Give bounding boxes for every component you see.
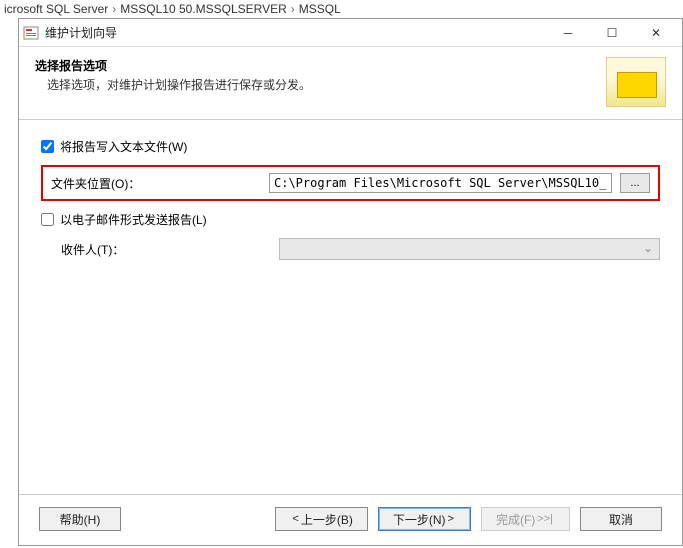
write-file-option[interactable]: 将报告写入文本文件(W): [41, 138, 660, 155]
chevron-right-icon: >: [448, 513, 454, 525]
write-file-checkbox[interactable]: [41, 140, 54, 153]
recipient-dropdown: [279, 238, 660, 260]
folder-location-input[interactable]: [269, 173, 612, 193]
breadcrumb-part[interactable]: icrosoft SQL Server: [4, 2, 108, 16]
close-button[interactable]: ✕: [634, 19, 678, 47]
wizard-header: 选择报告选项 选择选项，对维护计划操作报告进行保存或分发。: [19, 47, 682, 120]
maximize-button[interactable]: ☐: [590, 19, 634, 47]
next-button[interactable]: 下一步(N)>: [378, 507, 471, 531]
page-title: 选择报告选项: [35, 57, 606, 74]
breadcrumb-part[interactable]: MSSQL10 50.MSSQLSERVER: [120, 2, 287, 16]
folder-location-row: 文件夹位置(O)： ...: [41, 165, 660, 201]
recipient-row: 收件人(T)：: [61, 238, 660, 260]
dialog-window: 维护计划向导 ─ ☐ ✕ 选择报告选项 选择选项，对维护计划操作报告进行保存或分…: [18, 18, 683, 546]
breadcrumb: icrosoft SQL Server › MSSQL10 50.MSSQLSE…: [0, 0, 683, 18]
content-area: 将报告写入文本文件(W) 文件夹位置(O)： ... 以电子邮件形式发送报告(L…: [19, 120, 682, 494]
folder-location-label: 文件夹位置(O)：: [51, 175, 261, 192]
wizard-footer: 帮助(H) <上一步(B) 下一步(N)> 完成(F) >>| 取消: [19, 494, 682, 545]
wizard-icon: [23, 25, 39, 41]
minimize-button[interactable]: ─: [546, 19, 590, 47]
breadcrumb-part[interactable]: MSSQL: [299, 2, 341, 16]
finish-button: 完成(F) >>|: [481, 507, 570, 531]
page-subtitle: 选择选项，对维护计划操作报告进行保存或分发。: [47, 76, 606, 93]
browse-button[interactable]: ...: [620, 173, 650, 193]
titlebar: 维护计划向导 ─ ☐ ✕: [19, 19, 682, 47]
header-image-icon: [606, 57, 666, 107]
recipient-label: 收件人(T)：: [61, 241, 271, 258]
email-report-option[interactable]: 以电子邮件形式发送报告(L): [41, 211, 660, 228]
chevron-right-icon: ›: [291, 2, 295, 16]
chevron-left-icon: <: [292, 513, 298, 525]
email-report-checkbox[interactable]: [41, 213, 54, 226]
help-button[interactable]: 帮助(H): [39, 507, 121, 531]
back-button[interactable]: <上一步(B): [275, 507, 367, 531]
write-file-label: 将报告写入文本文件(W): [60, 138, 187, 155]
chevron-right-icon: ›: [112, 2, 116, 16]
cancel-button[interactable]: 取消: [580, 507, 662, 531]
double-chevron-right-icon: >>|: [537, 513, 553, 525]
window-title: 维护计划向导: [45, 24, 546, 41]
email-report-label: 以电子邮件形式发送报告(L): [60, 211, 207, 228]
